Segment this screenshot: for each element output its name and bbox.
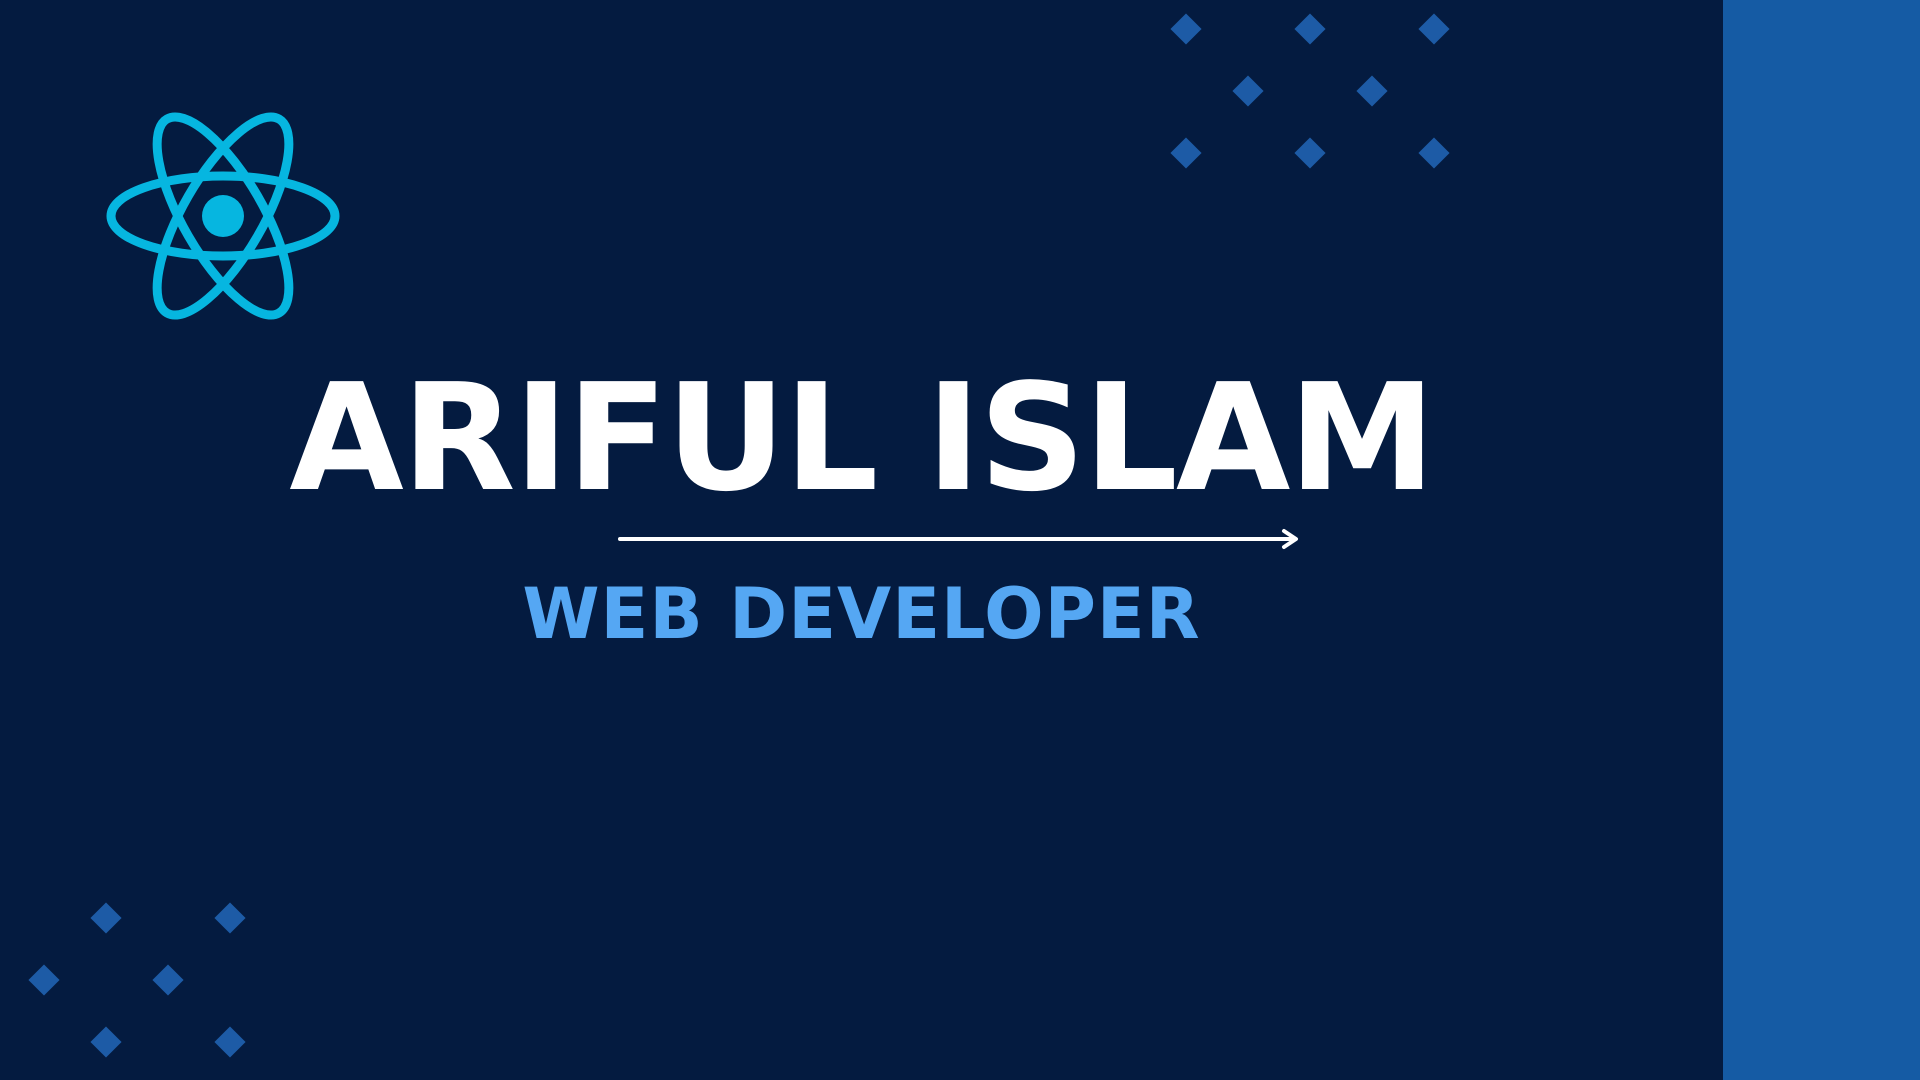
person-name: ARIFUL ISLAM (289, 352, 1435, 524)
diamond-icon (152, 964, 184, 996)
diamond-icon (214, 902, 246, 934)
diamond-icon (1294, 137, 1326, 169)
diamond-icon (1294, 13, 1326, 45)
job-title: WEB DEVELOPER (522, 573, 1201, 655)
diamond-icon (1170, 13, 1202, 45)
arrow-right-icon (618, 529, 1298, 549)
diamond-icon (28, 964, 60, 996)
diamond-icon (1356, 75, 1388, 107)
banner-canvas: ARIFUL ISLAM WEB DEVELOPER (0, 0, 1920, 1080)
side-accent-bar (1723, 0, 1920, 1080)
react-atom-icon (106, 112, 340, 320)
diamond-icon (1170, 137, 1202, 169)
diamond-icon (214, 1026, 246, 1058)
diamond-icon (90, 1026, 122, 1058)
diamond-icon (1232, 75, 1264, 107)
diamond-icon (90, 902, 122, 934)
diamond-pattern-top (1170, 13, 1462, 174)
diamond-pattern-bottom (28, 902, 258, 1063)
diamond-icon (1418, 13, 1450, 45)
diamond-icon (1418, 137, 1450, 169)
